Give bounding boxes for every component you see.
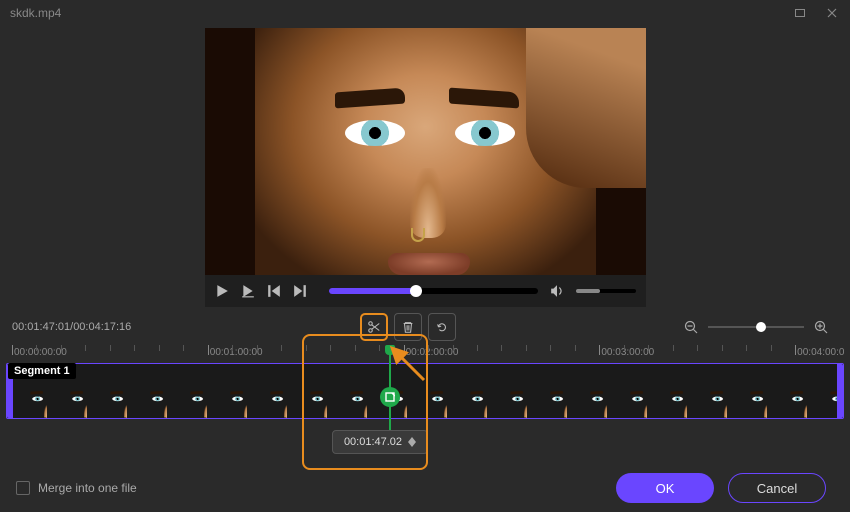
thumbnail-strip xyxy=(7,380,843,419)
timecode-display: 00:01:47:01/00:04:17:16 xyxy=(12,321,131,333)
toolbar-row: 00:01:47:01/00:04:17:16 xyxy=(0,307,850,345)
timeline-thumbnail[interactable] xyxy=(87,380,127,419)
cancel-button[interactable]: Cancel xyxy=(728,473,826,503)
ruler-label: 00:00:00:00 xyxy=(14,347,67,358)
next-frame-icon[interactable] xyxy=(293,284,307,298)
maximize-icon[interactable] xyxy=(792,5,808,21)
progress-bar[interactable] xyxy=(329,288,538,294)
timeline-thumbnail[interactable] xyxy=(47,380,87,419)
timeline-thumbnail[interactable] xyxy=(727,380,767,419)
timeline-thumbnail[interactable] xyxy=(447,380,487,419)
zoom-in-icon[interactable] xyxy=(814,320,828,334)
chevron-down-icon[interactable] xyxy=(408,442,416,447)
delete-button[interactable] xyxy=(394,313,422,341)
timeline-wrap: Segment 1 xyxy=(2,363,848,419)
zoom-out-icon[interactable] xyxy=(684,320,698,334)
timeline-thumbnail[interactable] xyxy=(247,380,287,419)
timeline-thumbnail[interactable] xyxy=(407,380,447,419)
prev-frame-icon[interactable] xyxy=(267,284,281,298)
timeline-thumbnail[interactable] xyxy=(687,380,727,419)
timeline-thumbnail[interactable] xyxy=(167,380,207,419)
zoom-thumb[interactable] xyxy=(756,322,766,332)
merge-label: Merge into one file xyxy=(38,481,137,495)
timeline-thumbnail[interactable] xyxy=(207,380,247,419)
timeline-thumbnail[interactable] xyxy=(127,380,167,419)
window-controls xyxy=(792,5,840,21)
title-bar: skdk.mp4 xyxy=(0,0,850,26)
zoom-control xyxy=(684,320,828,334)
volume-slider[interactable] xyxy=(576,289,636,293)
merge-option[interactable]: Merge into one file xyxy=(16,481,137,495)
footer: Merge into one file OK Cancel xyxy=(0,464,850,512)
play-section-icon[interactable] xyxy=(241,284,255,298)
timeline-thumbnail[interactable] xyxy=(767,380,807,419)
zoom-slider[interactable] xyxy=(708,326,804,328)
ruler-label: 00:01:00:00 xyxy=(210,347,263,358)
merge-checkbox[interactable] xyxy=(16,481,30,495)
progress-thumb[interactable] xyxy=(410,285,422,297)
preview-area xyxy=(0,26,850,307)
segment-label: Segment 1 xyxy=(8,363,76,379)
timeline-thumbnail[interactable] xyxy=(607,380,647,419)
timecode-chip[interactable]: 00:01:47.02 xyxy=(332,430,428,454)
edit-tools xyxy=(360,313,456,341)
undo-icon xyxy=(435,320,449,334)
time-ruler[interactable]: 00:00:00:00 00:01:00:00 00:02:00:00 00:03:0… xyxy=(6,345,844,363)
timeline-thumbnail[interactable] xyxy=(327,380,367,419)
timeline-thumbnail[interactable] xyxy=(527,380,567,419)
timecode-chip-value: 00:01:47.02 xyxy=(344,436,402,448)
timecode-stepper[interactable] xyxy=(408,437,416,447)
timeline-thumbnail[interactable] xyxy=(647,380,687,419)
timeline-thumbnail[interactable] xyxy=(7,380,47,419)
cut-button[interactable] xyxy=(360,313,388,341)
ruler-label: 00:03:00:00 xyxy=(601,347,654,358)
scissors-icon xyxy=(367,320,381,334)
speaker-icon[interactable] xyxy=(550,284,564,298)
video-preview[interactable] xyxy=(205,28,646,275)
timeline-thumbnail[interactable] xyxy=(487,380,527,419)
volume-fill xyxy=(576,289,600,293)
timeline-thumbnail[interactable] xyxy=(567,380,607,419)
progress-fill xyxy=(329,288,417,294)
ruler-label: 00:02:00:00 xyxy=(406,347,459,358)
timeline[interactable] xyxy=(6,363,844,419)
dialog-buttons: OK Cancel xyxy=(616,473,826,503)
timeline-thumbnail[interactable] xyxy=(287,380,327,419)
close-icon[interactable] xyxy=(824,5,840,21)
ok-button[interactable]: OK xyxy=(616,473,714,503)
undo-button[interactable] xyxy=(428,313,456,341)
ruler-label: 00:04:00:00 xyxy=(797,347,844,358)
trash-icon xyxy=(401,320,415,334)
play-icon[interactable] xyxy=(215,284,229,298)
playhead-knob[interactable] xyxy=(380,387,400,407)
playback-bar xyxy=(205,275,646,307)
trim-handle-right[interactable] xyxy=(837,364,843,418)
window-title: skdk.mp4 xyxy=(10,6,61,20)
